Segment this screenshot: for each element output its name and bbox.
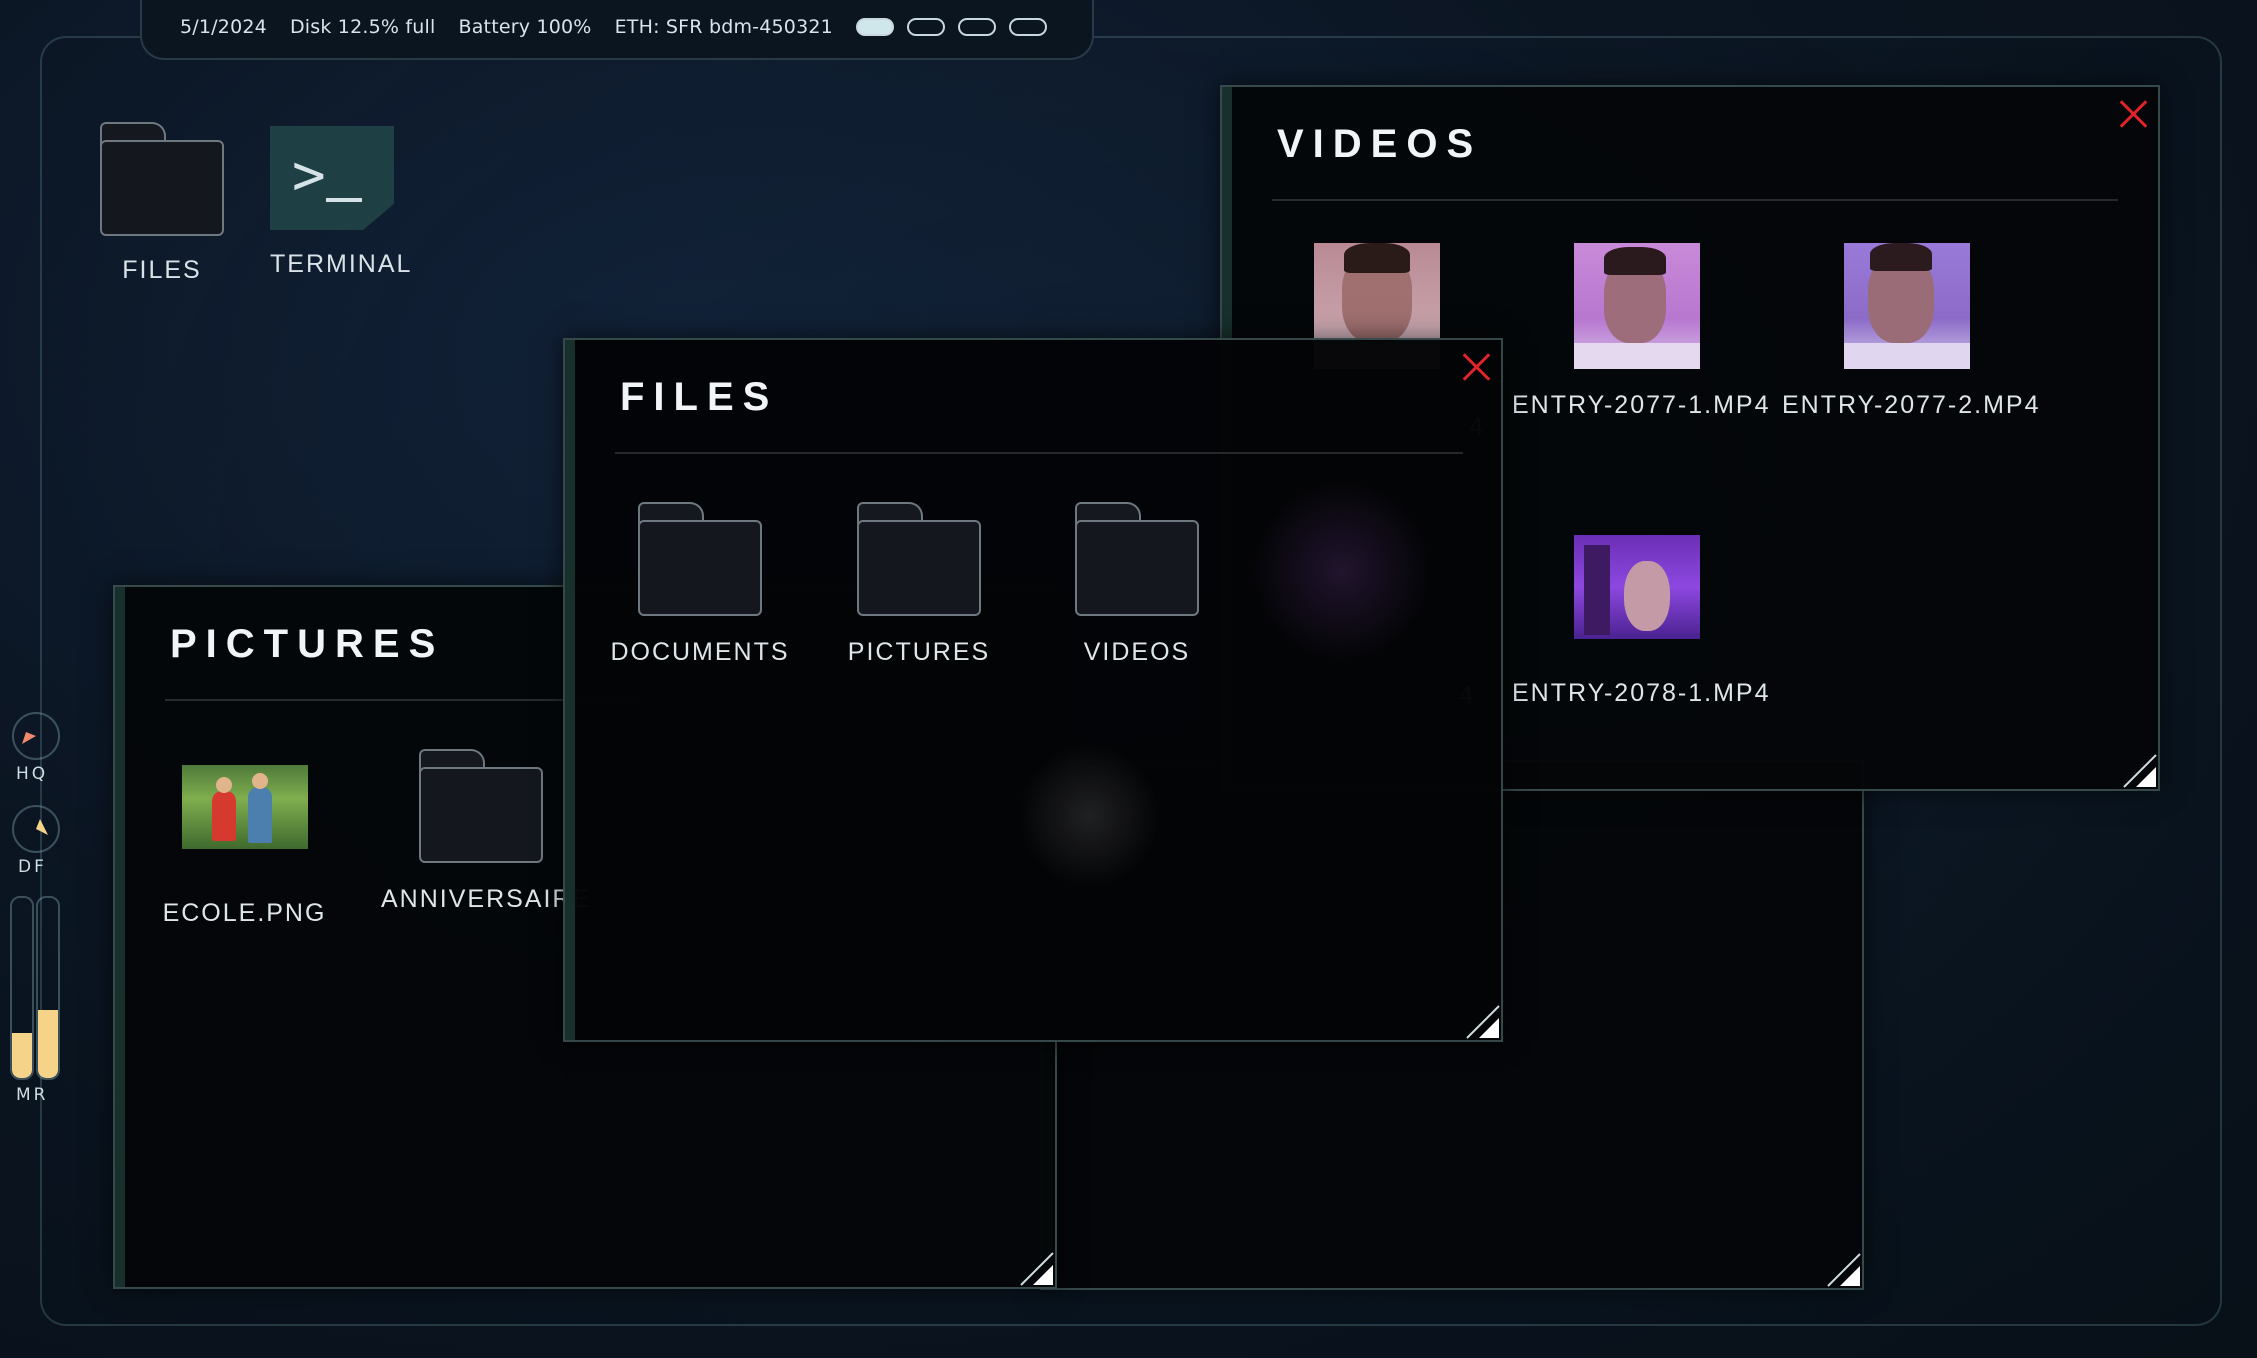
video-label: ENTRY-2078-1.MP4 <box>1512 679 1771 707</box>
workspace-pill-2[interactable] <box>906 18 945 36</box>
status-date: 5/1/2024 <box>180 16 267 38</box>
folder-icon <box>419 749 543 863</box>
workspace-pill-3[interactable] <box>957 18 996 36</box>
title-divider <box>615 452 1463 454</box>
video-item-2[interactable]: ENTRY-2077-1.MP4 <box>1512 243 1771 420</box>
hq-gauge[interactable] <box>12 712 60 760</box>
df-gauge[interactable] <box>12 805 60 853</box>
window-title: VIDEOS <box>1277 122 1483 166</box>
title-divider <box>1272 199 2118 201</box>
video-thumbnail <box>1844 243 1970 369</box>
folder-label: DOCUMENTS <box>610 638 790 666</box>
df-gauge-icon <box>36 819 48 835</box>
video-item-3[interactable]: ENTRY-2077-2.MP4 <box>1782 243 2041 420</box>
status-network: ETH: SFR bdm-450321 <box>614 16 833 38</box>
folder-item-anniversaire[interactable]: ANNIVERSAIRE <box>381 749 592 914</box>
close-icon[interactable] <box>1461 352 1491 382</box>
workspace-pill-4[interactable] <box>1008 18 1047 36</box>
folder-item-videos[interactable]: VIDEOS <box>1065 502 1209 667</box>
mr-meter-right <box>36 896 60 1080</box>
resize-handle[interactable] <box>2122 753 2158 789</box>
folder-label: PICTURES <box>847 638 991 666</box>
video-item-4[interactable]: ENTRY-2078-1.MP4 <box>1512 535 1771 708</box>
folder-label: VIDEOS <box>1083 638 1191 666</box>
df-label: DF <box>18 857 47 877</box>
desktop-icon-label: TERMINAL <box>270 250 413 278</box>
image-thumbnail <box>181 765 308 849</box>
file-label: ANNIVERSAIRE <box>381 885 592 913</box>
window-title: PICTURES <box>170 622 445 666</box>
folder-icon <box>1075 502 1199 616</box>
folder-icon <box>857 502 981 616</box>
video-thumbnail <box>1574 243 1700 369</box>
hq-label: HQ <box>16 764 49 784</box>
folder-item-documents[interactable]: DOCUMENTS <box>610 502 790 667</box>
resize-handle[interactable] <box>1826 1252 1862 1288</box>
workspace-indicators <box>855 18 1047 36</box>
close-icon[interactable] <box>2118 99 2148 129</box>
mr-meter-left <box>10 896 34 1080</box>
resize-handle[interactable] <box>1019 1251 1055 1287</box>
status-battery: Battery 100% <box>458 16 592 38</box>
status-row: 5/1/2024 Disk 12.5% full Battery 100% ET… <box>180 16 1047 38</box>
resize-handle[interactable] <box>1465 1004 1501 1040</box>
status-disk: Disk 12.5% full <box>289 16 436 38</box>
window-title: FILES <box>620 375 779 419</box>
mr-label: MR <box>16 1085 49 1105</box>
folder-icon <box>638 502 762 616</box>
files-window[interactable]: FILES DOCUMENTS PICTURES VIDEOS <box>563 338 1503 1042</box>
folder-item-pictures[interactable]: PICTURES <box>837 502 1001 667</box>
workspace-pill-1[interactable] <box>855 18 894 36</box>
desktop-icon-label: FILES <box>122 256 202 284</box>
folder-icon <box>100 122 224 236</box>
video-thumbnail <box>1574 535 1700 639</box>
file-label: ECOLE.PNG <box>162 899 327 927</box>
video-label: ENTRY-2077-2.MP4 <box>1782 391 2041 419</box>
video-label: ENTRY-2077-1.MP4 <box>1512 391 1771 419</box>
file-item-ecole[interactable]: ECOLE.PNG <box>157 765 332 928</box>
desktop-icon-terminal[interactable]: > TERMINAL <box>270 126 412 279</box>
hq-gauge-icon <box>22 732 36 744</box>
desktop-icon-files[interactable]: FILES <box>100 122 224 285</box>
terminal-icon: > <box>270 126 394 230</box>
